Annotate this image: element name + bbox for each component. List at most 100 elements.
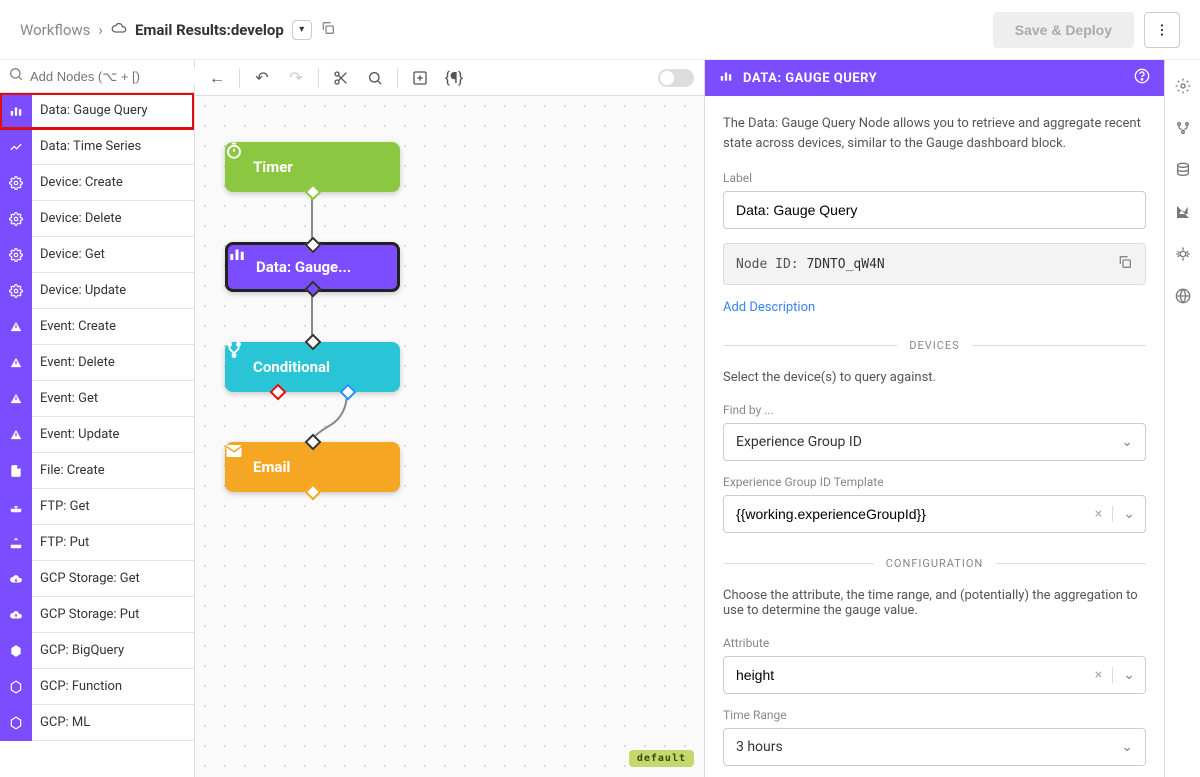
attribute-input[interactable] [724, 657, 1085, 693]
node-list-item[interactable]: Device: Get [0, 237, 194, 273]
copy-node-id-button[interactable] [1117, 254, 1133, 274]
gear-icon [0, 273, 32, 309]
branch-dropdown[interactable]: ▾ [292, 20, 312, 40]
branch-icon[interactable] [1175, 120, 1191, 140]
node-list-item[interactable]: GCP: Function [0, 669, 194, 705]
node-item-label: Device: Create [32, 175, 123, 190]
gear-icon [0, 201, 32, 237]
node-list-item[interactable]: Device: Update [0, 273, 194, 309]
chevron-down-icon[interactable]: ⌄ [1112, 667, 1145, 683]
node-id-box: Node ID: 7DNTO_qW4N [723, 243, 1146, 285]
chevron-down-icon: ⌄ [1121, 434, 1133, 450]
node-timer[interactable]: Timer [225, 142, 400, 192]
devices-section-header: DEVICES [723, 339, 1146, 352]
output-port[interactable] [304, 184, 321, 201]
node-id-value: 7DNTO_qW4N [806, 257, 884, 272]
node-list-item[interactable]: GCP Storage: Put [0, 597, 194, 633]
file-icon [0, 453, 32, 489]
add-node-button[interactable] [408, 66, 432, 90]
hex-outline-icon [0, 669, 32, 705]
gear-icon[interactable] [1175, 78, 1191, 98]
node-list-item[interactable]: Event: Update [0, 417, 194, 453]
bug-icon[interactable] [1175, 246, 1191, 266]
node-item-label: File: Create [32, 463, 105, 478]
node-item-label: GCP: ML [32, 715, 90, 730]
search-input[interactable] [30, 69, 206, 84]
node-email[interactable]: Email [225, 442, 400, 492]
input-port[interactable] [304, 434, 321, 451]
help-icon[interactable] [1134, 68, 1150, 88]
output-port[interactable] [304, 484, 321, 501]
node-list-item[interactable]: FTP: Put [0, 525, 194, 561]
node-label: Timer [253, 158, 293, 176]
node-item-label: Event: Get [32, 391, 98, 406]
panel-description: The Data: Gauge Query Node allows you to… [723, 114, 1146, 153]
database-icon[interactable] [1175, 162, 1191, 182]
node-list-item[interactable]: GCP: ML [0, 705, 194, 741]
breadcrumb: Workflows › Email Results:develop ▾ [20, 20, 336, 40]
input-port[interactable] [304, 334, 321, 351]
default-tag: default [629, 750, 694, 767]
node-list-item[interactable]: File: Create [0, 453, 194, 489]
zoom-button[interactable] [363, 66, 387, 90]
area-chart-icon[interactable] [1175, 204, 1191, 224]
time-range-label: Time Range [723, 708, 1146, 722]
label-input[interactable] [723, 191, 1146, 229]
node-item-label: Device: Delete [32, 211, 122, 226]
find-by-select[interactable]: Experience Group ID ⌄ [723, 423, 1146, 461]
panel-header: DATA: GAUGE QUERY [705, 60, 1164, 96]
node-item-label: Event: Create [32, 319, 116, 334]
node-item-label: GCP Storage: Put [32, 607, 139, 622]
node-list-item[interactable]: Device: Delete [0, 201, 194, 237]
time-range-select[interactable]: 3 hours ⌄ [723, 728, 1146, 766]
save-deploy-button[interactable]: Save & Deploy [993, 12, 1134, 48]
back-button[interactable]: ← [205, 66, 229, 90]
redo-button[interactable]: ↷ [284, 66, 308, 90]
clear-icon[interactable]: × [1085, 506, 1112, 522]
bar-chart-icon [719, 69, 733, 87]
node-list-item[interactable]: Event: Create [0, 309, 194, 345]
node-list-item[interactable]: Device: Create [0, 165, 194, 201]
clear-icon[interactable]: × [1085, 667, 1112, 683]
chevron-right-icon: › [98, 21, 103, 39]
output-port-true[interactable] [339, 384, 356, 401]
node-item-label: Device: Get [32, 247, 105, 262]
properties-panel: DATA: GAUGE QUERY The Data: Gauge Query … [704, 60, 1164, 777]
workflow-canvas[interactable]: Timer Data: Gauge... Conditional [195, 96, 704, 777]
copy-icon[interactable] [320, 20, 336, 40]
node-conditional[interactable]: Conditional [225, 342, 400, 392]
node-list-item[interactable]: FTP: Get [0, 489, 194, 525]
input-port[interactable] [304, 237, 321, 254]
node-list-item[interactable]: GCP Storage: Get [0, 561, 194, 597]
node-list-item[interactable]: Data: Time Series [0, 129, 194, 165]
upload-icon [0, 525, 32, 561]
undo-button[interactable]: ↶ [250, 66, 274, 90]
triangle-icon [0, 417, 32, 453]
node-list-item[interactable]: GCP: BigQuery [0, 633, 194, 669]
node-item-label: FTP: Put [32, 535, 89, 550]
code-button[interactable]: {¶} [442, 66, 466, 90]
globe-icon[interactable] [1175, 288, 1191, 308]
more-menu-button[interactable] [1144, 12, 1180, 48]
group-id-input[interactable] [724, 496, 1085, 532]
node-item-label: GCP Storage: Get [32, 571, 140, 586]
add-description-link[interactable]: Add Description [723, 300, 815, 315]
triangle-icon [0, 381, 32, 417]
node-item-label: Event: Delete [32, 355, 115, 370]
toggle-switch[interactable] [658, 69, 694, 87]
breadcrumb-root[interactable]: Workflows [20, 21, 90, 39]
cut-button[interactable] [329, 66, 353, 90]
download-icon [0, 489, 32, 525]
hex-outline-icon [0, 705, 32, 741]
chevron-down-icon: ⌄ [1121, 739, 1133, 755]
node-list-item[interactable]: Event: Get [0, 381, 194, 417]
node-list-item[interactable]: Data: Gauge Query [0, 93, 194, 129]
canvas-toolbar: ← ↶ ↷ [195, 60, 704, 96]
node-list-item[interactable]: Event: Delete [0, 345, 194, 381]
cloud-up-icon [0, 597, 32, 633]
attribute-input-wrap: × ⌄ [723, 656, 1146, 694]
output-port-false[interactable] [269, 384, 286, 401]
chevron-down-icon[interactable]: ⌄ [1112, 506, 1145, 522]
output-port[interactable] [304, 281, 321, 298]
node-gauge[interactable]: Data: Gauge... [225, 242, 400, 292]
